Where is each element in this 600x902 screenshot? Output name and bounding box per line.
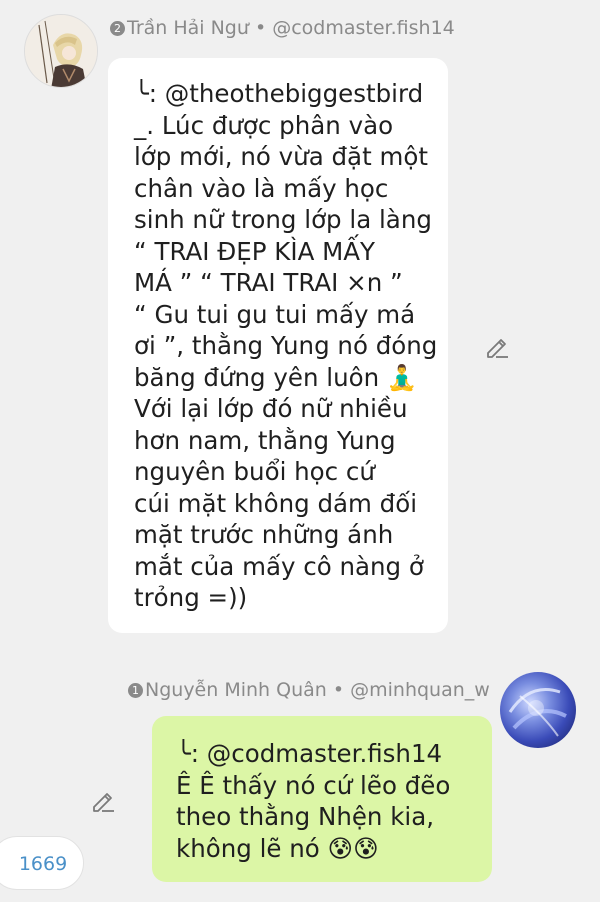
author-level-badge: 1 xyxy=(128,683,143,698)
author-name: Trần Hải Ngư xyxy=(127,17,249,39)
message-line: MÁ ” “ TRAI TRAI ×n ” xyxy=(134,268,403,297)
message-line: cúi mặt không dám đối xyxy=(134,488,418,518)
message-author-line[interactable]: 1 Nguyễn Minh Quân • @minhquan_w xyxy=(128,679,490,701)
message-line: lớp mới, nó vừa đặt một xyxy=(134,142,428,171)
message-line: “ TRAI ĐẸP KÌA MẤY xyxy=(134,236,375,266)
message-author-line[interactable]: 2 Trần Hải Ngư • @codmaster.fish14 xyxy=(110,17,455,39)
message-line: băng đứng yên luôn 🧘‍♂️ xyxy=(134,362,418,392)
message-line: chân vào là mấy học xyxy=(134,173,389,203)
message-line: mặt trước những ánh xyxy=(134,520,394,549)
author-separator: • xyxy=(254,17,267,39)
avatar-tran-hai-ngu[interactable] xyxy=(24,14,98,88)
message-line: _. Lúc được phân vào xyxy=(134,110,394,140)
message-line: ╰: @codmaster.fish14 xyxy=(176,739,443,768)
message-line: Ê Ê thấy nó cứ lẽo đẽo xyxy=(176,770,451,800)
author-handle: @codmaster.fish14 xyxy=(272,17,455,39)
message-line: mắt của mấy cô nàng ở xyxy=(134,551,424,581)
message-line: nguyên buổi học cứ xyxy=(134,457,375,486)
message-line: “ Gu tui gu tui mấy má xyxy=(134,299,416,329)
message-line: ơi ”, thằng Yung nó đóng xyxy=(134,331,438,360)
message-line: không lẽ nó 😰😰 xyxy=(176,833,379,863)
message-line: sinh nữ trong lớp la làng xyxy=(134,205,432,234)
avatar-illustration xyxy=(508,688,567,737)
author-level-badge: 2 xyxy=(110,21,125,36)
message-line: hơn nam, thằng Yung xyxy=(134,425,396,455)
message-line: theo thằng Nhện kia, xyxy=(176,802,435,831)
pencil-icon[interactable] xyxy=(484,333,510,359)
author-name: Nguyễn Minh Quân xyxy=(145,679,327,701)
message-counter-pill[interactable]: 1669 xyxy=(0,836,84,890)
author-handle: @minhquan_w xyxy=(350,679,490,701)
avatar-nguyen-minh-quan[interactable] xyxy=(500,672,576,748)
reply-bubble[interactable]: ╰: @codmaster.fish14 Ê Ê thấy nó cứ lẽo … xyxy=(152,716,492,882)
author-separator: • xyxy=(332,679,345,701)
message-line: Với lại lớp đó nữ nhiều xyxy=(134,394,408,423)
message-line: trỏng =)) xyxy=(134,583,248,612)
message-line: ╰: @theothebiggestbird xyxy=(134,79,424,108)
message-bubble[interactable]: ╰: @theothebiggestbird _. Lúc được phân … xyxy=(108,58,448,633)
avatar-illustration xyxy=(25,15,97,87)
pencil-icon[interactable] xyxy=(90,787,116,813)
